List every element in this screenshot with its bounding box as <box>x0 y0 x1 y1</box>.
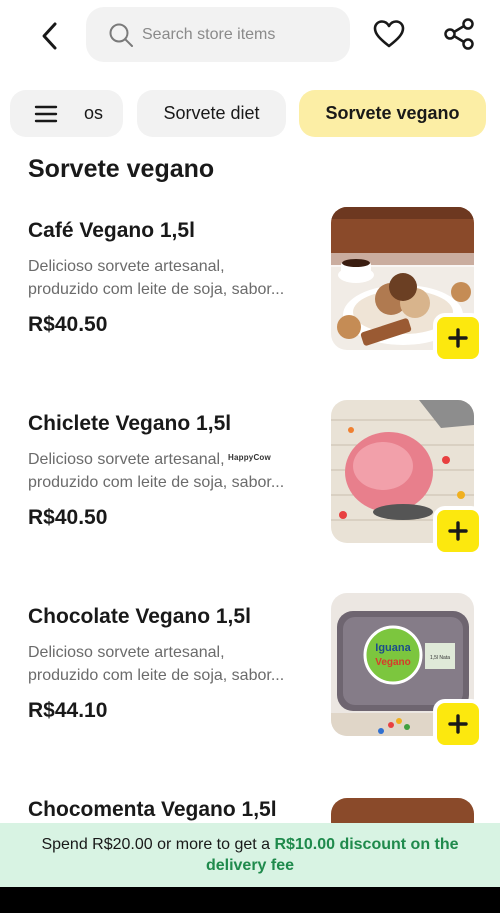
category-chip-sorvete-diet[interactable]: Sorvete diet <box>137 90 286 137</box>
product-price: R$40.50 <box>28 506 108 529</box>
product-description: Delicioso sorvete artesanal, produzido c… <box>28 644 285 684</box>
product-card[interactable]: Café Vegano 1,5l Delicioso sorvete artes… <box>0 207 500 379</box>
search-input[interactable] <box>142 25 342 44</box>
heart-icon <box>373 20 405 48</box>
product-name: Chiclete Vegano 1,5l <box>28 412 232 435</box>
category-chip-label: Sorvete vegano <box>325 103 460 123</box>
share-icon <box>444 18 474 50</box>
menu-icon <box>34 105 58 122</box>
category-chip-sorvete-vegano[interactable]: Sorvete vegano <box>299 90 486 137</box>
search-icon <box>108 22 134 48</box>
section-title: Sorvete vegano <box>28 155 215 183</box>
product-card[interactable]: Chiclete Vegano 1,5l Delicioso sorvete a… <box>0 400 500 572</box>
delivery-discount-banner[interactable]: Spend R$20.00 or more to get a R$10.00 d… <box>0 823 500 887</box>
category-chip-partial-label: os <box>83 103 103 123</box>
chevron-left-icon <box>42 22 57 50</box>
category-chips: os Sorvete diet Sorvete vegano <box>0 90 500 138</box>
top-bar <box>0 0 500 70</box>
vegano-label: Vegano <box>375 657 411 668</box>
product-card[interactable]: Chocolate Vegano 1,5l Delicioso sorvete … <box>0 593 500 765</box>
product-price: R$40.50 <box>28 313 108 336</box>
product-price: R$44.10 <box>28 699 108 722</box>
banner-text: Spend R$20.00 or more to get a R$10.00 d… <box>41 836 459 874</box>
product-description: Delicioso sorvete artesanal, produzido c… <box>28 258 285 298</box>
system-navigation-bar <box>0 887 500 913</box>
plus-icon <box>448 714 468 734</box>
size-label: 1,5l Nata <box>430 655 450 661</box>
favorite-button[interactable] <box>370 15 408 53</box>
happycow-watermark: HappyCow <box>228 453 271 462</box>
add-to-cart-button[interactable] <box>433 313 483 363</box>
share-button[interactable] <box>440 15 478 53</box>
add-to-cart-button[interactable] <box>433 506 483 556</box>
add-to-cart-button[interactable] <box>433 699 483 749</box>
category-menu-button[interactable] <box>22 90 70 137</box>
product-name: Chocolate Vegano 1,5l <box>28 605 251 628</box>
plus-icon <box>448 521 468 541</box>
back-button[interactable] <box>30 16 70 56</box>
product-name: Chocomenta Vegano 1,5l <box>28 798 277 821</box>
category-chip-label: Sorvete diet <box>163 103 260 123</box>
search-box[interactable] <box>86 7 350 62</box>
plus-icon <box>448 328 468 348</box>
product-name: Café Vegano 1,5l <box>28 219 195 242</box>
iguana-label: Iguana <box>375 642 411 654</box>
